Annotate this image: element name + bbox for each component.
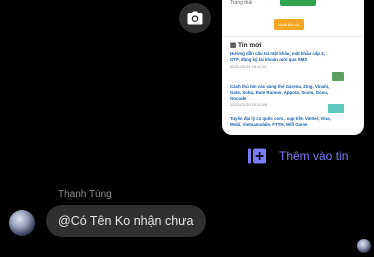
preview-news-thumbnail xyxy=(332,72,344,81)
sender-name: Thanh Tùng xyxy=(58,189,112,200)
camera-button[interactable] xyxy=(179,3,211,33)
preview-top-label: Trạng thái xyxy=(230,0,253,6)
preview-green-bar xyxy=(280,0,316,6)
sender-avatar[interactable] xyxy=(9,210,35,236)
preview-news-item: Cách thủ tìm các sàng thẻ Garena, Zing, … xyxy=(230,84,330,108)
preview-heading: ▤ Tin mới xyxy=(230,42,262,49)
preview-divider xyxy=(222,36,364,37)
preview-orange-button: Xuất lịch sử xyxy=(274,19,304,30)
preview-news-item: Hướng dẫn cấu tài mật khẩu, mật khẩu cấp… xyxy=(230,51,325,69)
seen-avatar xyxy=(357,239,371,253)
add-story-icon xyxy=(248,148,266,164)
add-to-story-button[interactable]: Thêm vào tin xyxy=(247,148,348,164)
message-bubble[interactable]: @Có Tên Ko nhận chưa xyxy=(46,205,206,237)
preview-news-item: Tuyển đại lý c1 quốc com.. nạp tiền Viet… xyxy=(230,116,331,127)
message-text: @Có Tên Ko nhận chưa xyxy=(58,214,194,228)
add-to-story-label: Thêm vào tin xyxy=(279,149,349,163)
shared-screenshot-preview[interactable]: Trạng thái Xuất lịch sử ▤ Tin mới Hướng … xyxy=(222,0,364,135)
news-icon: ▤ xyxy=(230,42,238,49)
preview-news-thumbnail xyxy=(328,104,344,113)
camera-icon xyxy=(187,11,203,25)
